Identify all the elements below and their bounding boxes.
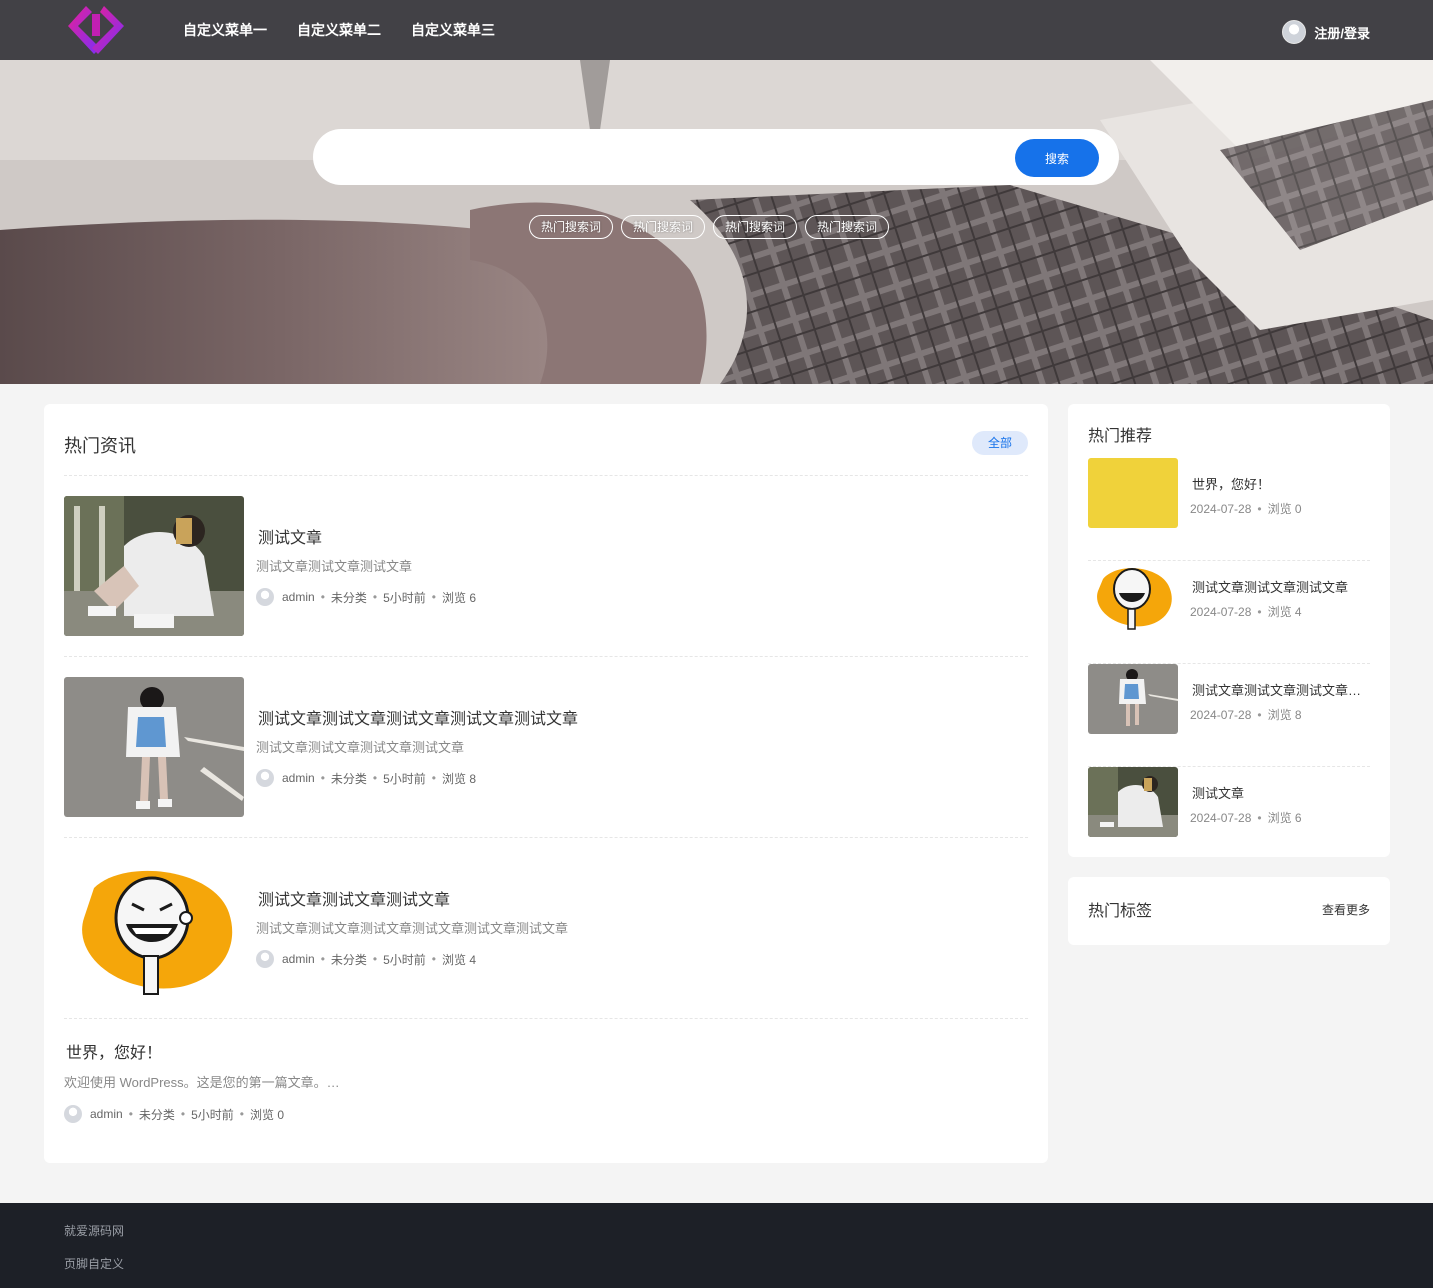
recommend-date: 2024-07-28 — [1190, 811, 1252, 825]
post-item[interactable]: 测试文章 测试文章测试文章测试文章 admin • 未分类 • 5小时前 • 浏览 6 — [64, 476, 1028, 657]
post-thumbnail[interactable] — [64, 858, 244, 998]
post-title[interactable]: 世界，您好！ — [66, 1039, 162, 1063]
nav-item-menu-2[interactable]: 自定义菜单二 — [297, 20, 381, 40]
view-all-button[interactable]: 全部 — [972, 431, 1028, 455]
site-footer: 就爱源码网 页脚自定义 — [0, 1203, 1433, 1288]
post-views: 浏览 0 — [250, 1107, 285, 1122]
post-category[interactable]: 未分类 — [331, 770, 367, 787]
footer-site-name[interactable]: 就爱源码网 — [64, 1222, 124, 1239]
top-header: 自定义菜单一 自定义菜单二 自定义菜单三 注册/登录 — [0, 0, 1433, 60]
hot-word[interactable]: 热门搜索词 — [621, 215, 706, 239]
hot-news-title: 热门资讯 — [64, 436, 136, 456]
post-category[interactable]: 未分类 — [331, 589, 367, 606]
post-views: 浏览 4 — [442, 952, 477, 967]
post-views: 浏览 8 — [442, 771, 477, 786]
author-avatar-icon — [256, 588, 274, 606]
post-time: 5小时前 — [383, 590, 426, 605]
recommend-views: 浏览 4 — [1267, 605, 1302, 619]
recommend-meta: 2024-07-28 • 浏览 0 — [1190, 502, 1302, 516]
recommend-views: 浏览 6 — [1267, 811, 1302, 825]
recommend-item[interactable]: 世界，您好！ 2024-07-28 • 浏览 0 — [1088, 458, 1370, 561]
post-title[interactable]: 测试文章 — [258, 524, 322, 548]
search-input[interactable] — [337, 141, 1007, 173]
search-box: 搜索 — [313, 129, 1119, 185]
post-thumbnail[interactable] — [64, 496, 244, 636]
post-time: 5小时前 — [191, 1107, 234, 1122]
hot-word[interactable]: 热门搜索词 — [713, 215, 798, 239]
post-title[interactable]: 测试文章测试文章测试文章 — [258, 886, 450, 910]
nav-item-menu-1[interactable]: 自定义菜单一 — [183, 20, 267, 40]
hot-word[interactable]: 热门搜索词 — [805, 215, 890, 239]
search-button[interactable]: 搜索 — [1015, 139, 1099, 177]
recommend-thumbnail[interactable] — [1088, 664, 1178, 734]
post-category[interactable]: 未分类 — [331, 951, 367, 968]
main-nav: 自定义菜单一 自定义菜单二 自定义菜单三 — [183, 0, 495, 60]
post-title[interactable]: 测试文章测试文章测试文章测试文章测试文章 — [258, 705, 578, 729]
post-author[interactable]: admin — [282, 771, 315, 785]
post-time: 5小时前 — [383, 952, 426, 967]
hot-recommend-title: 热门推荐 — [1088, 428, 1153, 445]
hot-tags-title: 热门标签 — [1088, 903, 1153, 920]
recommend-date: 2024-07-28 — [1190, 708, 1252, 722]
post-views: 浏览 6 — [442, 590, 477, 605]
hot-news-card: 热门资讯 全部 测试文章 测试文章测试文章测试文章 admin • 未分类 • … — [44, 404, 1048, 1163]
logo-icon[interactable] — [64, 2, 128, 58]
recommend-date: 2024-07-28 — [1190, 502, 1252, 516]
post-author[interactable]: admin — [282, 590, 315, 604]
recommend-item[interactable]: 测试文章 2024-07-28 • 浏览 6 — [1088, 767, 1370, 870]
post-excerpt: 欢迎使用 WordPress。这是您的第一篇文章。… — [64, 1075, 340, 1090]
recommend-views: 浏览 0 — [1267, 502, 1302, 516]
recommend-meta: 2024-07-28 • 浏览 8 — [1190, 708, 1302, 722]
post-thumbnail[interactable] — [64, 677, 244, 817]
recommend-meta: 2024-07-28 • 浏览 4 — [1190, 605, 1302, 619]
post-time: 5小时前 — [383, 771, 426, 786]
hot-news-header: 热门资讯 全部 — [64, 428, 1028, 476]
post-item[interactable]: 测试文章测试文章测试文章测试文章测试文章 测试文章测试文章测试文章测试文章 ad… — [64, 657, 1028, 838]
recommend-thumbnail[interactable] — [1088, 767, 1178, 837]
post-excerpt: 测试文章测试文章测试文章测试文章 — [256, 740, 465, 755]
post-item[interactable]: 测试文章测试文章测试文章 测试文章测试文章测试文章测试文章测试文章测试文章 ad… — [64, 838, 1028, 1019]
recommend-views: 浏览 8 — [1267, 708, 1302, 722]
post-meta: admin • 未分类 • 5小时前 • 浏览 4 — [256, 950, 476, 968]
nav-item-menu-3[interactable]: 自定义菜单三 — [411, 20, 495, 40]
recommend-thumbnail[interactable] — [1088, 458, 1178, 528]
footer-custom-text: 页脚自定义 — [64, 1257, 125, 1271]
post-author[interactable]: admin — [282, 952, 315, 966]
post-item[interactable]: 世界，您好！ 欢迎使用 WordPress。这是您的第一篇文章。… admin •… — [64, 1019, 1028, 1139]
recommend-item[interactable]: 测试文章测试文章测试文章测试文章测试文章 2024-07-28•浏览 8 — [1088, 664, 1370, 767]
post-meta: admin • 未分类 • 5小时前 • 浏览 0 — [64, 1105, 284, 1123]
recommend-meta: 2024-07-28 • 浏览 6 — [1190, 811, 1302, 825]
post-category[interactable]: 未分类 — [139, 1106, 175, 1123]
hot-word[interactable]: 热门搜索词 — [529, 215, 614, 239]
view-more-tags-link[interactable]: 查看更多 — [1322, 901, 1370, 918]
hot-search-words: 热门搜索词 热门搜索词 热门搜索词 热门搜索词 — [529, 215, 890, 239]
author-avatar-icon — [256, 769, 274, 787]
post-author[interactable]: admin — [90, 1107, 123, 1121]
post-meta: admin • 未分类 • 5小时前 • 浏览 6 — [256, 588, 476, 606]
hot-recommend-card: 热门推荐 世界，您好！ 2024-07-28 • 浏览 0 测试文章测试文章测试文章… — [1068, 404, 1390, 857]
recommend-date: 2024-07-28 — [1190, 605, 1252, 619]
user-login-area[interactable]: 注册/登录 — [1282, 20, 1370, 44]
login-register-link[interactable]: 注册/登录 — [1314, 23, 1370, 42]
recommend-title[interactable]: 测试文章测试文章测试文章 — [1192, 577, 1364, 596]
post-meta: admin • 未分类 • 5小时前 • 浏览 8 — [256, 769, 476, 787]
recommend-title[interactable]: 测试文章测试文章测试文章测试文章测试文章 — [1192, 680, 1364, 699]
hot-tags-card: 热门标签 查看更多 — [1068, 877, 1390, 945]
recommend-thumbnail[interactable] — [1088, 561, 1178, 631]
user-avatar-icon[interactable] — [1282, 20, 1307, 44]
recommend-item[interactable]: 测试文章测试文章测试文章 2024-07-28 • 浏览 4 — [1088, 561, 1370, 664]
recommend-title[interactable]: 测试文章 — [1192, 783, 1364, 802]
author-avatar-icon — [256, 950, 274, 968]
post-excerpt: 测试文章测试文章测试文章测试文章测试文章测试文章 — [256, 921, 569, 936]
recommend-title[interactable]: 世界，您好！ — [1192, 474, 1364, 493]
post-excerpt: 测试文章测试文章测试文章 — [256, 559, 413, 574]
author-avatar-icon — [64, 1105, 82, 1123]
